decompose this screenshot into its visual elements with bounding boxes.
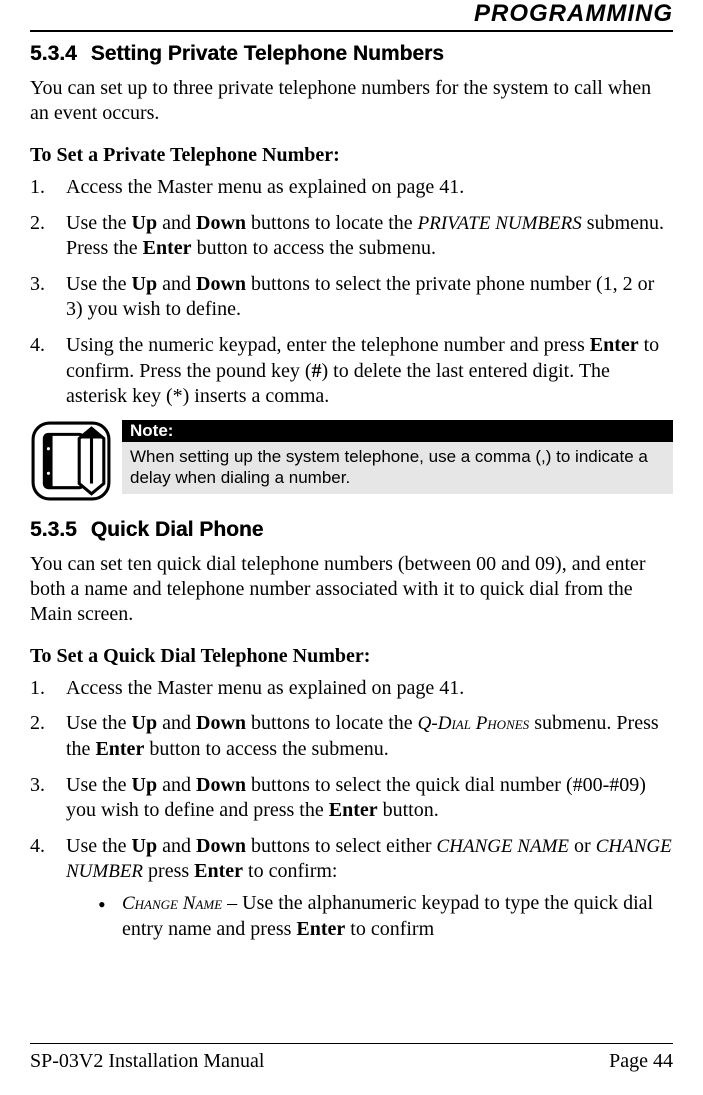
step-item: Access the Master menu as explained on p… [30, 676, 673, 702]
step-item: Access the Master menu as explained on p… [30, 175, 673, 201]
steps-list-private: Access the Master menu as explained on p… [30, 175, 673, 410]
note-title: Note: [122, 420, 673, 442]
step-item: Using the numeric keypad, enter the tele… [30, 333, 673, 410]
section-intro: You can set up to three private telephon… [30, 76, 673, 126]
page-footer: SP-03V2 Installation Manual Page 44 [30, 1043, 673, 1073]
subheading-quickdial: To Set a Quick Dial Telephone Number: [30, 645, 673, 668]
footer-left: SP-03V2 Installation Manual [30, 1050, 264, 1073]
step-item: Use the Up and Down buttons to select th… [30, 272, 673, 323]
step-item: Use the Up and Down buttons to locate th… [30, 711, 673, 762]
section-intro: You can set ten quick dial telephone num… [30, 552, 673, 627]
section-title: Setting Private Telephone Numbers [91, 42, 444, 65]
section-title: Quick Dial Phone [91, 518, 264, 541]
step-item: Use the Up and Down buttons to select th… [30, 773, 673, 824]
step-item: Use the Up and Down buttons to select ei… [30, 834, 673, 942]
footer-right: Page 44 [609, 1050, 673, 1073]
bullet-item: Change Name – Use the alphanumeric keypa… [66, 891, 673, 942]
note-block: Note: When setting up the system telepho… [30, 420, 673, 502]
section-number: 5.3.4 [30, 42, 77, 65]
subheading-private: To Set a Private Telephone Number: [30, 144, 673, 167]
step-item: Use the Up and Down buttons to locate th… [30, 211, 673, 262]
section-heading-quickdial: 5.3.5 Quick Dial Phone [30, 518, 673, 542]
note-body: Note: When setting up the system telepho… [122, 420, 673, 495]
section-number: 5.3.5 [30, 518, 77, 541]
note-icon [30, 420, 112, 502]
steps-list-quickdial: Access the Master menu as explained on p… [30, 676, 673, 942]
note-text: When setting up the system telephone, us… [122, 442, 673, 495]
page-header: PROGRAMMING [30, 0, 673, 32]
section-heading-private: 5.3.4 Setting Private Telephone Numbers [30, 42, 673, 66]
bullet-list: Change Name – Use the alphanumeric keypa… [66, 891, 673, 942]
